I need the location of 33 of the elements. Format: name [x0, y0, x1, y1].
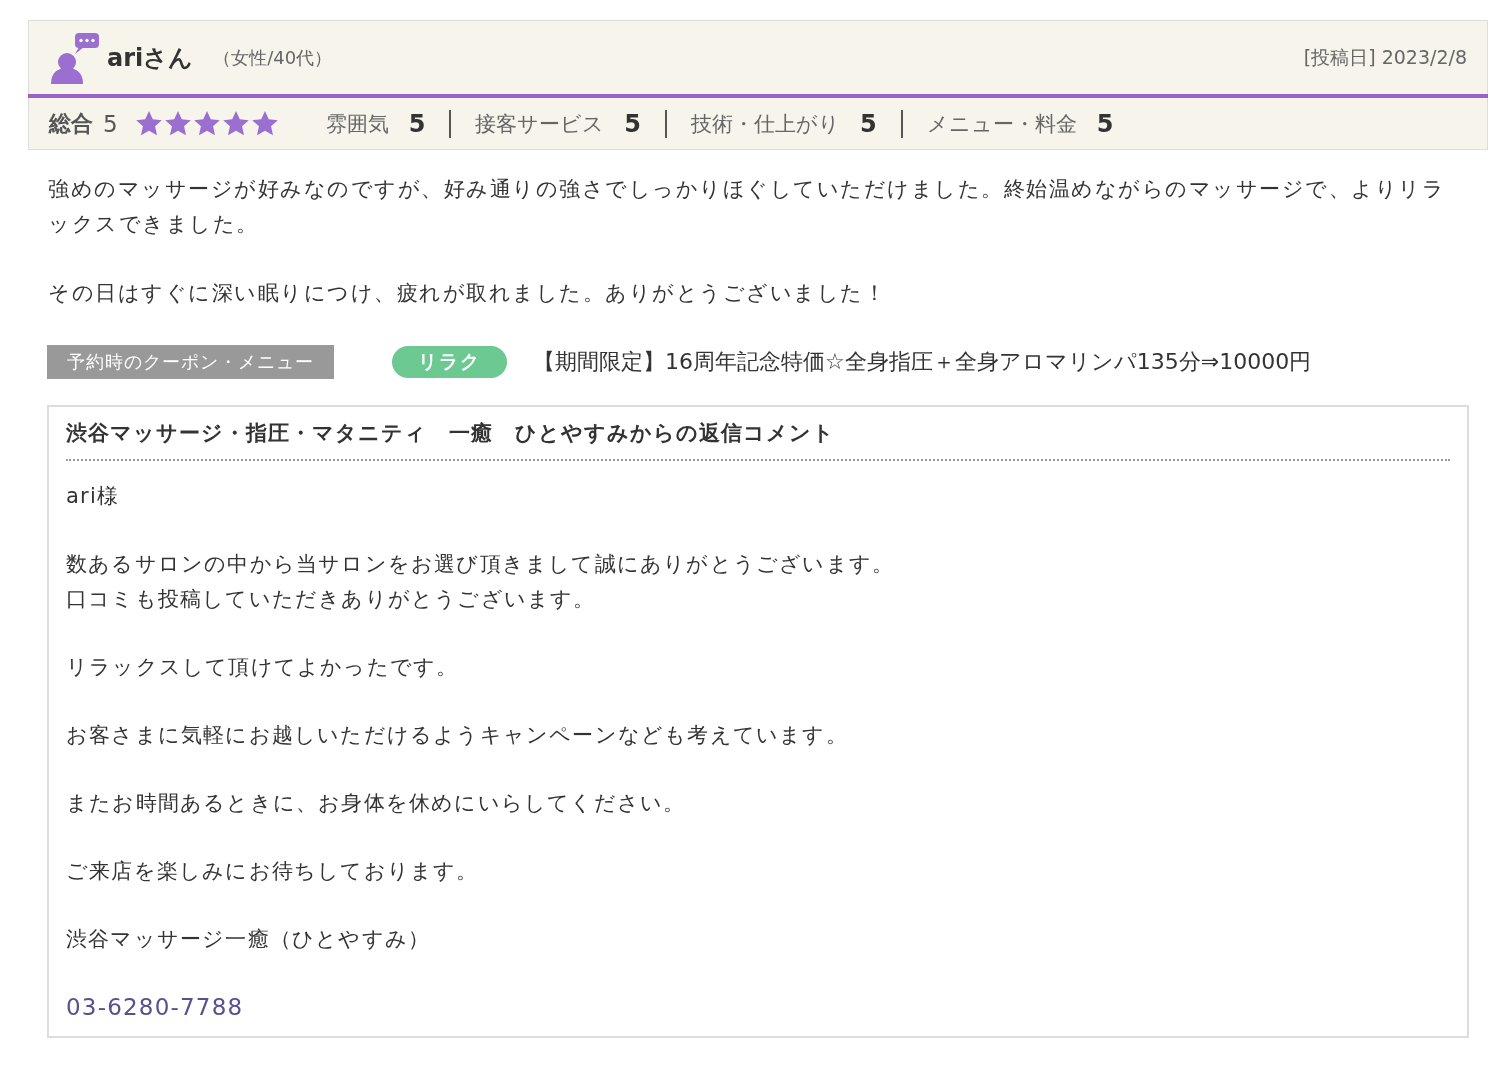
- reviewer-profile: （女性/40代）: [213, 45, 333, 70]
- coupon-name: 【期間限定】16周年記念特価☆全身指圧＋全身アロマリンパ135分⇒10000円: [533, 348, 1312, 376]
- review-text: 強めのマッサージが好みなのですが、好み通りの強さでしっかりほぐしていただけました。終始温めながらのマッサージで、よりリラックスできました。: [48, 176, 1446, 238]
- reply-text: ご来店を楽しみにお待ちしております。: [66, 858, 480, 885]
- reply-title: 渋谷マッサージ・指圧・マタニティ 一癒 ひとやすみからの返信コメント: [66, 417, 1450, 461]
- user-comment-icon: [49, 31, 101, 84]
- reply-text: ari様: [66, 483, 121, 510]
- reply-text: またお時間あるときに、お身体を休めにいらしてください。: [66, 790, 687, 817]
- rating-score: 5: [860, 109, 877, 138]
- review-text: その日はすぐに深い眠りにつけ、疲れが取れました。ありがとうございました！: [48, 280, 887, 307]
- star-icon: [135, 111, 162, 136]
- rating-label: 接客サービス: [475, 110, 605, 138]
- post-date: [投稿日] 2023/2/8: [1303, 44, 1467, 70]
- phone-link[interactable]: 03-6280-7788: [66, 994, 244, 1020]
- rating-label: メニュー・料金: [926, 110, 1077, 138]
- coupon-heading: 予約時のクーポン・メニュー: [47, 345, 334, 379]
- overall-label: 総合: [49, 109, 93, 138]
- overall-score: 5: [103, 110, 118, 137]
- rating-label: 技術・仕上がり: [691, 110, 841, 138]
- reply-text: お客さまに気軽にお越しいただけるようキャンペーンなども考えています。: [66, 722, 849, 749]
- star-icon: [193, 111, 220, 136]
- star-icon: [164, 111, 191, 136]
- rating-score: 5: [624, 109, 642, 138]
- rating-label: 雰囲気: [325, 110, 389, 138]
- reply-text: 数あるサロンの中から当サロンをお選び頂きまして誠にありがとうございます。 口コミも投稿していただきありがとうございます。: [66, 551, 896, 613]
- reply-text: リラックスして頂けてよかったです。: [66, 654, 460, 681]
- reply-text: 渋谷マッサージ一癒（ひとやすみ）: [66, 926, 432, 953]
- rating-score: 5: [1096, 109, 1114, 138]
- star-icon: [222, 111, 249, 136]
- star-icon: [251, 111, 278, 136]
- category-tag: リラク: [392, 346, 507, 378]
- reviewer-name: ariさん: [107, 42, 194, 74]
- rating-score: 5: [408, 109, 426, 138]
